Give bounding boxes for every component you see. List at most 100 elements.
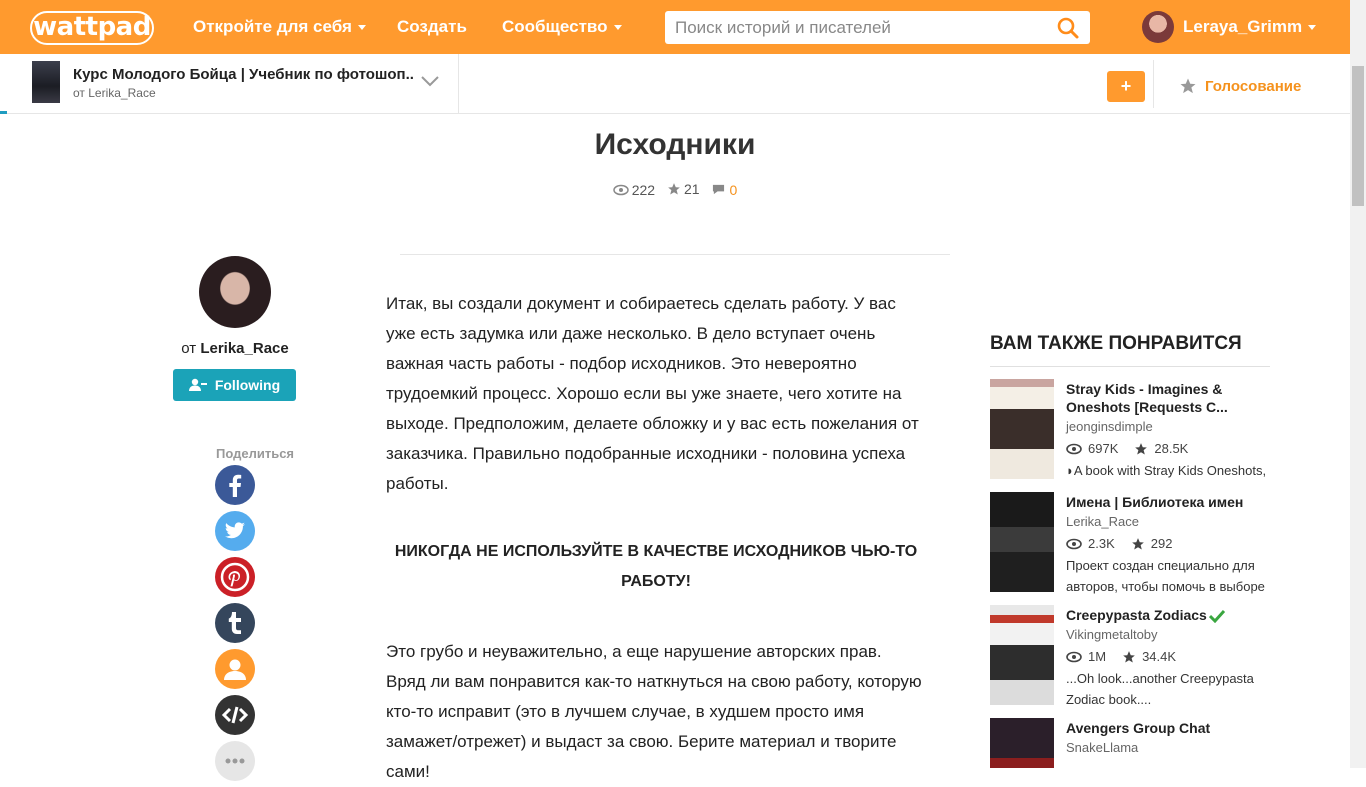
recommendation-cover[interactable] — [990, 379, 1054, 479]
nav-discover[interactable]: Откройте для себя — [193, 17, 366, 37]
verified-check-icon — [1208, 610, 1225, 624]
by-prefix: от — [181, 340, 197, 357]
username-label: Leraya_Grimm — [1183, 17, 1303, 36]
embed-share-button[interactable] — [215, 695, 255, 735]
recommendation-stats: 697K 28.5K — [1066, 441, 1188, 456]
following-label: Following — [214, 377, 281, 393]
comment-icon — [713, 184, 725, 195]
votes-stat: 21 — [667, 181, 700, 197]
add-to-library-button[interactable]: + — [1107, 71, 1145, 102]
recommendation-cover[interactable] — [990, 605, 1054, 705]
story-bar: Курс Молодого Бойца | Учебник по фотошоп… — [0, 54, 1350, 114]
reads-count: 1M — [1088, 649, 1107, 664]
recommendation-title[interactable]: Имена | Библиотека имен — [1066, 493, 1266, 511]
recommendation-title[interactable]: Stray Kids - Imagines & Oneshots [Reques… — [1066, 380, 1266, 416]
recommendation-description: ...Oh look...another Creepypasta Zodiac … — [1066, 671, 1254, 707]
user-icon — [224, 659, 246, 680]
recommendation-cover[interactable] — [990, 718, 1054, 768]
code-icon — [221, 706, 249, 724]
user-menu[interactable]: Leraya_Grimm — [1183, 17, 1317, 37]
views-stat: 222 — [612, 182, 656, 198]
recommendation-item[interactable]: Avengers Group Chat SnakeLlama — [990, 718, 1270, 768]
recommendation-description: ◗A book with Stray Kids Oneshots, — [1066, 463, 1267, 478]
votes-count: 28.5K — [1154, 441, 1189, 456]
share-label: Поделиться — [215, 446, 295, 461]
recommendation-author[interactable]: jeonginsdimple — [1066, 419, 1153, 434]
user-avatar[interactable] — [1142, 11, 1174, 43]
comments-stat[interactable]: 0 — [711, 182, 737, 198]
votes-count: 292 — [1150, 536, 1173, 551]
search-box — [665, 11, 1090, 44]
views-count: 222 — [631, 182, 656, 198]
recommendations-heading: ВАМ ТАКЖЕ ПОНРАВИТСЯ — [990, 333, 1242, 354]
top-navigation: wattpad Откройте для себя Создать Сообще… — [0, 0, 1350, 54]
star-icon — [1123, 650, 1135, 663]
facebook-icon — [229, 474, 242, 497]
search-input[interactable] — [675, 11, 1045, 44]
recommendation-title-text: Creepypasta Zodiacs — [1066, 607, 1207, 623]
wattpad-user-share-button[interactable] — [215, 649, 255, 689]
more-icon — [225, 758, 245, 764]
recommendation-author[interactable]: SnakeLlama — [1066, 740, 1138, 755]
recommendation-item[interactable]: Creepypasta Zodiacs Vikingmetaltoby 1M 3… — [990, 605, 1270, 707]
following-button[interactable]: Following — [173, 369, 296, 401]
recommendation-author[interactable]: Vikingmetaltoby — [1066, 627, 1158, 642]
author-avatar[interactable] — [199, 256, 271, 328]
recommendation-title[interactable]: Avengers Group Chat — [1066, 719, 1266, 737]
recommendation-stats: 1M 34.4K — [1066, 649, 1176, 664]
paragraph-warning: НИКОГДА НЕ ИСПОЛЬЗУЙТЕ В КАЧЕСТВЕ ИСХОДН… — [394, 543, 918, 590]
story-title[interactable]: Курс Молодого Бойца | Учебник по фотошоп… — [73, 66, 413, 83]
recommendation-description: Проект создан специально для авторов, чт… — [1066, 558, 1265, 594]
search-icon[interactable] — [1056, 16, 1080, 40]
comments-count: 0 — [729, 181, 738, 198]
eye-icon — [1066, 651, 1082, 662]
recommendation-item[interactable]: Stray Kids - Imagines & Oneshots [Reques… — [990, 379, 1270, 479]
votes-count: 21 — [683, 181, 700, 197]
recommendation-title[interactable]: Creepypasta Zodiacs — [1066, 606, 1266, 624]
author-name-link[interactable]: Lerika_Race — [200, 340, 288, 357]
twitter-share-button[interactable] — [215, 511, 255, 551]
recommendation-author[interactable]: Lerika_Race — [1066, 514, 1139, 529]
nav-community[interactable]: Сообщество — [502, 17, 622, 37]
reads-count: 697K — [1088, 441, 1119, 456]
tumblr-share-button[interactable] — [215, 603, 255, 643]
reads-count: 2.3K — [1088, 536, 1115, 551]
vote-button[interactable]: Голосование — [1205, 78, 1301, 95]
recommendation-stats: 2.3K 292 — [1066, 536, 1172, 551]
star-icon[interactable] — [1179, 77, 1197, 95]
facebook-share-button[interactable] — [215, 465, 255, 505]
story-author[interactable]: от Lerika_Race — [73, 86, 156, 100]
divider — [990, 366, 1270, 367]
divider — [1153, 60, 1154, 108]
nav-discover-label: Откройте для себя — [193, 17, 352, 36]
caret-down-icon — [613, 25, 622, 31]
more-share-button[interactable] — [215, 741, 255, 781]
paragraph: Это грубо и неуважительно, а еще нарушен… — [386, 642, 922, 781]
nav-create[interactable]: Создать — [397, 17, 467, 37]
pinterest-share-button[interactable] — [215, 557, 255, 597]
eye-icon — [612, 184, 629, 196]
star-icon — [1135, 442, 1148, 455]
paragraph: Итак, вы создали документ и собираетесь … — [386, 294, 919, 493]
story-cover-thumbnail[interactable] — [32, 61, 60, 103]
chevron-down-icon[interactable] — [420, 74, 440, 88]
nav-community-label: Сообщество — [502, 17, 608, 36]
pinterest-icon — [220, 562, 250, 592]
divider — [400, 254, 950, 255]
divider — [458, 54, 459, 113]
star-icon — [668, 183, 680, 195]
tumblr-icon — [228, 612, 241, 634]
star-icon — [1131, 537, 1144, 550]
user-check-icon — [188, 378, 207, 391]
scrollbar-thumb[interactable] — [1352, 66, 1364, 206]
reading-progress-bar — [0, 111, 7, 114]
wattpad-logo[interactable]: wattpad — [30, 11, 154, 45]
twitter-icon — [225, 522, 245, 539]
caret-down-icon — [1308, 25, 1317, 31]
recommendation-item[interactable]: Имена | Библиотека имен Lerika_Race 2.3K… — [990, 492, 1270, 594]
recommendation-cover[interactable] — [990, 492, 1054, 592]
author-byline: от Lerika_Race — [150, 340, 320, 357]
votes-count: 34.4K — [1142, 649, 1177, 664]
chapter-title: Исходники — [594, 128, 756, 161]
chapter-stats: 222 21 0 — [400, 181, 950, 199]
